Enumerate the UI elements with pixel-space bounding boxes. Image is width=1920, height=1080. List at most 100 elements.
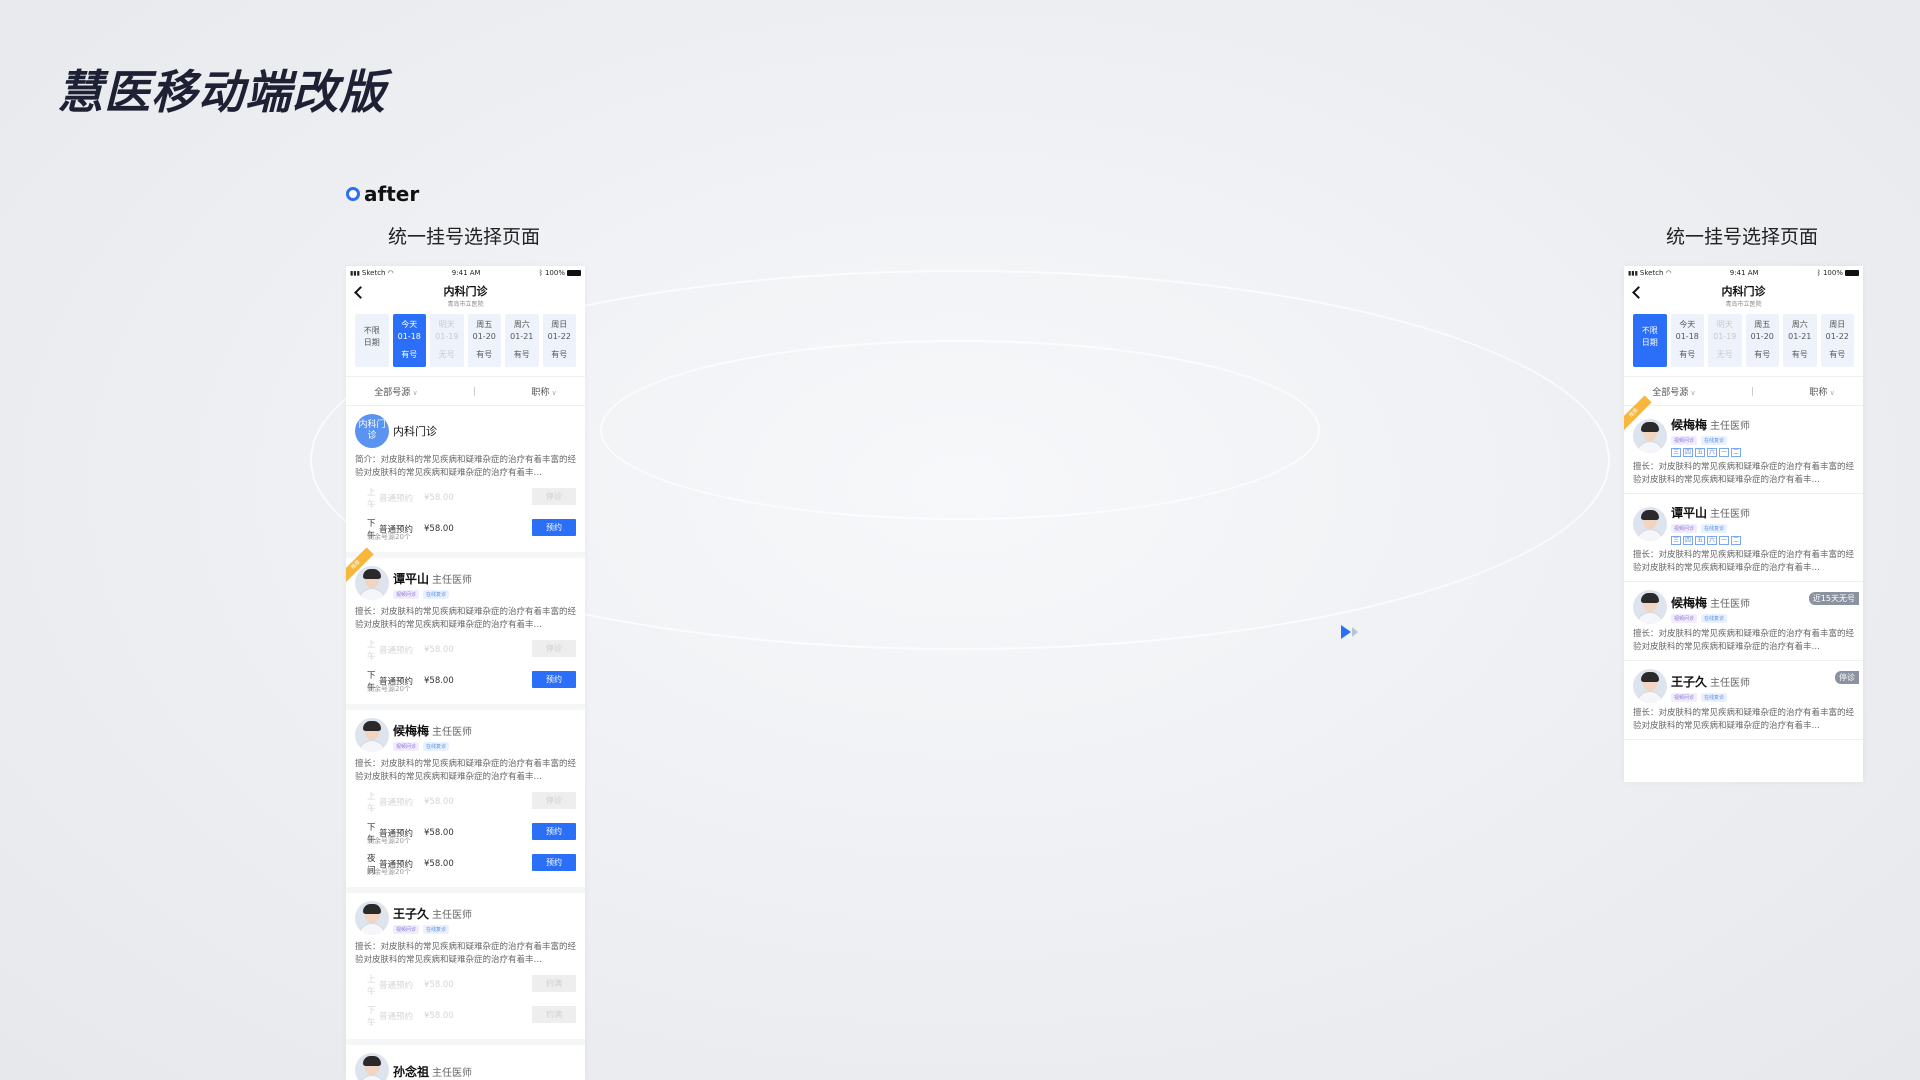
- carrier-label: Sketch: [1639, 269, 1664, 277]
- date-option-3[interactable]: 周五 01-20 有号: [467, 314, 501, 367]
- avatar-hair: [1641, 509, 1659, 520]
- date-option-1[interactable]: 今天 01-18 有号: [392, 314, 426, 367]
- chevron-down-icon: ∨: [410, 388, 418, 397]
- weekday-chip[interactable]: 四: [1683, 448, 1693, 457]
- chevron-down-icon: ∨: [1688, 388, 1696, 397]
- avatar-coat: [1636, 691, 1664, 703]
- doctor-name-row: 孙念祖 主任医师: [393, 1061, 472, 1080]
- doctor-bio: 擅长：对皮肤科的常见疾病和疑难杂症的治疗有着丰富的经验对皮肤科的常见疾病和疑难杂…: [1633, 708, 1855, 731]
- doctor-name-row: 谭平山 主任医师: [1671, 502, 1750, 521]
- filter-title[interactable]: 职称 ∨: [531, 385, 556, 398]
- filter-source[interactable]: 全部号源 ∨: [1652, 385, 1695, 398]
- weekday-chip[interactable]: 一: [1719, 536, 1729, 545]
- status-bar: ▮▮▮ Sketch ◠ 9:41 AM ᛒ 100%: [346, 266, 585, 280]
- status-time: 9:41 AM: [1729, 269, 1759, 277]
- weekday-chip[interactable]: 三: [1671, 448, 1681, 457]
- play-arrow-icon: [1341, 625, 1358, 639]
- slot-type: 普通预约: [379, 798, 414, 808]
- doctor-name-row: 候梅梅 主任医师: [1671, 592, 1750, 611]
- bluetooth-icon: ᛒ: [1816, 269, 1821, 277]
- doctor-name-row: 候梅梅 主任医师: [393, 720, 472, 739]
- schedule-slot: 上午 普通预约 ¥58.00… 约满: [355, 972, 576, 998]
- date-availability: 有号: [1791, 350, 1808, 359]
- doctor-card[interactable]: 候梅梅 主任医师 视频问诊 在线复诊 擅长：对皮肤科的常见疾病和疑难杂症的治疗有着丰富的…: [346, 710, 585, 893]
- weekday-chip[interactable]: 六: [1707, 448, 1717, 457]
- doctor-avatar: [1633, 590, 1667, 624]
- weekday-chip[interactable]: 二: [1731, 536, 1741, 545]
- date-availability: 无号: [438, 350, 455, 359]
- slot-disabled-button: 停诊: [532, 488, 576, 505]
- department-card[interactable]: 内科门诊 内科门诊 简介：对皮肤科的常见疾病和疑难杂症的治疗有着丰富的经验对皮肤科的…: [346, 406, 585, 558]
- doctor-card[interactable]: 谭平山 主任医师 视频问诊 在线复诊三四五六一二擅长：对皮肤科的常见疾病和疑难杂症的治…: [1624, 494, 1863, 582]
- weekday-chip[interactable]: 五: [1695, 536, 1705, 545]
- doctor-card[interactable]: 推荐 谭平山 主任医师 视频问诊 在线复诊 擅长：对皮肤科的常见疾病和疑难杂症的治疗有着丰…: [346, 547, 585, 710]
- weekday-chip[interactable]: 三: [1671, 536, 1681, 545]
- weekday-chip[interactable]: 一: [1719, 448, 1729, 457]
- book-button[interactable]: 预约: [532, 823, 576, 840]
- doctor-card[interactable]: 近15天无号 候梅梅 主任医师 视频问诊 在线复诊 擅长：对皮肤科的常见疾病和疑难杂症的治…: [1624, 582, 1863, 661]
- doctor-card[interactable]: 推荐 候梅梅 主任医师 视频问诊 在线复诊三四五六一二擅长：对皮肤科的常见疾病和疑难杂症…: [1624, 395, 1863, 494]
- slot-price: ¥58.00: [424, 797, 454, 807]
- date-option-3[interactable]: 周五 01-20 有号: [1745, 314, 1779, 367]
- service-tags: 视频问诊 在线复诊: [1671, 613, 1750, 623]
- date-selector: 不限 日期 今天 01-18 有号 明天 01-19 无号 周五 01-20 有号 周六 01-21 有号…: [346, 310, 585, 367]
- doctor-name: 谭平山: [393, 571, 430, 586]
- slot-price: ¥58.00: [424, 828, 454, 838]
- card-header: 王子久 主任医师 视频问诊 在线复诊: [355, 901, 576, 935]
- date-option-0[interactable]: 不限 日期: [355, 314, 389, 367]
- weekday-chip[interactable]: 四: [1683, 536, 1693, 545]
- slot-disabled-button: 约满: [532, 1006, 576, 1023]
- card-header: 王子久 主任医师 视频问诊 在线复诊: [1633, 669, 1854, 703]
- availability-badge: 近15天无号: [1808, 592, 1859, 605]
- schedule-slot: 下午 普通预约 ¥58.00 剩余号源20个 预约: [355, 516, 576, 542]
- bluetooth-icon: ᛒ: [538, 269, 543, 277]
- doctor-title: 主任医师: [1710, 677, 1751, 689]
- doctor-name-row: 谭平山 主任医师: [393, 568, 472, 587]
- book-button[interactable]: 预约: [532, 671, 576, 688]
- doctor-info: 候梅梅 主任医师 视频问诊 在线复诊: [393, 720, 472, 751]
- date-day: 周日: [1829, 320, 1846, 329]
- date-option-2[interactable]: 明天 01-19 无号: [430, 314, 464, 367]
- date-date: 01-19: [435, 332, 459, 341]
- book-button[interactable]: 预约: [532, 854, 576, 871]
- filter-source-label: 全部号源: [1652, 387, 1689, 398]
- slot-remaining: 剩余号源20个: [367, 685, 411, 693]
- date-availability: 无号: [1716, 350, 1733, 359]
- book-button[interactable]: 预约: [532, 519, 576, 536]
- doctor-title: 主任医师: [432, 726, 473, 738]
- doctor-card[interactable]: 孙念祖 主任医师: [346, 1045, 585, 1080]
- filter-source[interactable]: 全部号源 ∨: [374, 385, 417, 398]
- service-tag: 在线复诊: [423, 589, 450, 599]
- doctor-card[interactable]: 王子久 主任医师 视频问诊 在线复诊 擅长：对皮肤科的常见疾病和疑难杂症的治疗有着丰富的…: [346, 893, 585, 1045]
- weekday-availability: 三四五六一二: [1671, 536, 1750, 545]
- date-option-4[interactable]: 周六 01-21 有号: [1783, 314, 1817, 367]
- weekday-chip[interactable]: 五: [1695, 448, 1705, 457]
- doctor-card[interactable]: 停诊 王子久 主任医师 视频问诊 在线复诊 擅长：对皮肤科的常见疾病和疑难杂症的治疗有着丰…: [1624, 661, 1863, 740]
- service-tags: 视频问诊 在线复诊: [393, 589, 472, 599]
- service-tag: 在线复诊: [1701, 436, 1728, 445]
- date-day: 周六: [513, 320, 530, 329]
- chevron-down-icon: ∨: [1827, 388, 1835, 397]
- weekday-chip[interactable]: 六: [1707, 536, 1717, 545]
- right-section-title: 统一挂号选择页面: [1666, 226, 1819, 248]
- status-left: ▮▮▮ Sketch ◠: [1628, 269, 1672, 277]
- date-date: 01-22: [1825, 332, 1849, 341]
- doctor-info: 谭平山 主任医师视频问诊 在线复诊: [393, 568, 472, 599]
- slot-type: 普通预约: [379, 646, 414, 656]
- doctor-name: 候梅梅: [1671, 418, 1708, 432]
- filter-title[interactable]: 职称 ∨: [1809, 385, 1834, 398]
- date-option-4[interactable]: 周六 01-21 有号: [505, 314, 539, 367]
- card-header: 候梅梅 主任医师 视频问诊 在线复诊三四五六一二: [1633, 414, 1854, 457]
- date-option-5[interactable]: 周日 01-22 有号: [1820, 314, 1854, 367]
- date-day: 不限: [1641, 326, 1658, 335]
- doctor-info: 孙念祖 主任医师: [393, 1061, 472, 1080]
- date-option-1[interactable]: 今天 01-18 有号: [1670, 314, 1704, 367]
- nav-bar: 内科门诊 青岛市立医院: [346, 280, 585, 310]
- doctor-title: 主任医师: [1710, 421, 1751, 432]
- weekday-chip[interactable]: 二: [1731, 448, 1741, 457]
- date-option-0[interactable]: 不限 日期: [1633, 314, 1667, 367]
- date-option-5[interactable]: 周日 01-22 有号: [542, 314, 576, 367]
- date-option-2[interactable]: 明天 01-19 无号: [1708, 314, 1742, 367]
- slot-price: ¥58.00: [424, 859, 454, 869]
- filter-bar: 全部号源 ∨ 职称 ∨: [346, 376, 585, 406]
